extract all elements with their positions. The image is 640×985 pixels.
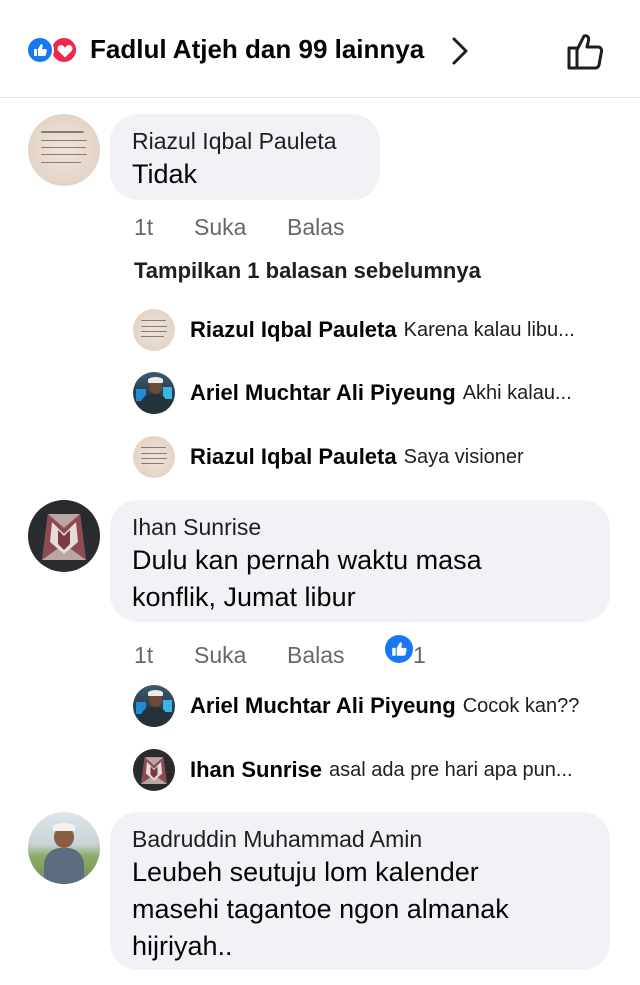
comment-text-line: Dulu kan pernah waktu masa: [132, 545, 482, 575]
comment-text-line: konflik, Jumat libur: [132, 582, 356, 612]
reply-author[interactable]: Riazul Iqbal Pauleta: [190, 317, 397, 343]
comment-time[interactable]: 1t: [134, 642, 194, 669]
reply-item[interactable]: Ihan Sunrise asal ada pre hari apa pun..…: [190, 749, 573, 791]
reply-text: Cocok kan??: [462, 694, 580, 717]
chevron-right-icon[interactable]: [449, 36, 471, 66]
reply-author[interactable]: Riazul Iqbal Pauleta: [190, 444, 397, 470]
reactions-header: Fadlul Atjeh dan 99 lainnya: [0, 0, 640, 98]
avatar[interactable]: [133, 372, 175, 414]
reply-text: Saya visioner: [403, 445, 524, 468]
comment-text-line: hijriyah..: [132, 931, 233, 961]
avatar[interactable]: [133, 749, 175, 791]
comment-actions: 1t Suka Balas 1: [134, 635, 426, 669]
reply-text: Karena kalau libu...: [403, 318, 575, 341]
comment-author[interactable]: Riazul Iqbal Pauleta: [132, 126, 358, 156]
reply-item[interactable]: Ariel Muchtar Ali Piyeung Cocok kan??: [190, 685, 579, 727]
reply-item[interactable]: Riazul Iqbal Pauleta Saya visioner: [190, 436, 524, 478]
reply-button[interactable]: Balas: [287, 642, 385, 669]
comment-author[interactable]: Ihan Sunrise: [132, 512, 588, 542]
avatar[interactable]: [133, 309, 175, 351]
comment-bubble[interactable]: Badruddin Muhammad Amin Leubeh seutuju l…: [110, 812, 610, 970]
reply-item[interactable]: Ariel Muchtar Ali Piyeung Akhi kalau...: [190, 372, 572, 414]
avatar[interactable]: [133, 436, 175, 478]
reply-author[interactable]: Ihan Sunrise: [190, 757, 322, 783]
likers-summary[interactable]: Fadlul Atjeh dan 99 lainnya: [90, 34, 424, 65]
show-previous-replies-link[interactable]: Tampilkan 1 balasan sebelumnya: [134, 258, 481, 284]
comment-actions: 1t Suka Balas: [134, 214, 385, 241]
comment-bubble[interactable]: Riazul Iqbal Pauleta Tidak: [110, 114, 380, 200]
avatar[interactable]: [28, 500, 100, 572]
reply-button[interactable]: Balas: [287, 214, 385, 241]
comment-time[interactable]: 1t: [134, 214, 194, 241]
reply-text: Akhi kalau...: [462, 381, 572, 404]
thumbs-up-outline-icon[interactable]: [565, 30, 607, 72]
reply-author[interactable]: Ariel Muchtar Ali Piyeung: [190, 693, 456, 719]
avatar[interactable]: [28, 114, 100, 186]
reply-text: asal ada pre hari apa pun...: [329, 758, 573, 781]
like-reaction-icon: [385, 635, 413, 663]
like-reaction-icon: [26, 36, 54, 64]
comment-text: Tidak: [132, 159, 198, 189]
avatar[interactable]: [28, 812, 100, 884]
love-reaction-icon: [50, 36, 78, 64]
comment-bubble[interactable]: Ihan Sunrise Dulu kan pernah waktu masa …: [110, 500, 610, 622]
reply-author[interactable]: Ariel Muchtar Ali Piyeung: [190, 380, 456, 406]
reaction-count-value: 1: [413, 642, 426, 668]
comment-text-line: Leubeh seutuju lom kalender: [132, 857, 479, 887]
reaction-count[interactable]: 1: [385, 635, 426, 669]
comment-text-line: masehi tagantoe ngon almanak: [132, 894, 509, 924]
reaction-icons[interactable]: [26, 36, 84, 64]
reply-item[interactable]: Riazul Iqbal Pauleta Karena kalau libu..…: [190, 309, 575, 351]
comment-author[interactable]: Badruddin Muhammad Amin: [132, 824, 588, 854]
like-button[interactable]: Suka: [194, 214, 287, 241]
avatar[interactable]: [133, 685, 175, 727]
like-button[interactable]: Suka: [194, 642, 287, 669]
